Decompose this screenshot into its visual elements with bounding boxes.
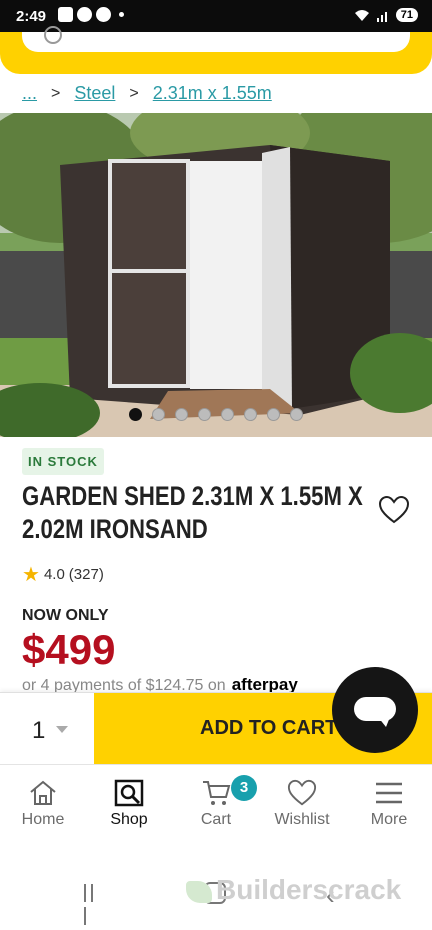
now-only-label: NOW ONLY [22, 607, 109, 624]
wishlist-heart-icon[interactable] [378, 496, 410, 524]
watermark-leaf-icon [186, 880, 212, 903]
carousel-dot[interactable] [198, 408, 211, 421]
status-time: 2:49 [16, 8, 47, 25]
carousel-dot[interactable] [267, 408, 280, 421]
breadcrumb-ellipsis-link[interactable]: ... [22, 83, 37, 104]
breadcrumb: ... > Steel > 2.31m x 1.55m [22, 83, 272, 104]
rating-value: 4.0 [43, 566, 65, 583]
tab-cart-label: Cart [200, 811, 232, 828]
shop-search-icon [114, 779, 144, 807]
cart-icon [203, 781, 231, 805]
carousel-dot[interactable] [129, 408, 142, 421]
review-count: (327) [68, 566, 104, 583]
chat-icon [96, 7, 111, 22]
chat-bubble-tail [378, 717, 390, 727]
more-notifications-dot [119, 12, 124, 17]
battery-indicator: 71 [395, 8, 418, 22]
bottom-tab-bar: Home Shop Cart Wishlist More [0, 764, 432, 845]
rating-row[interactable]: ★ 4.0 (327) [22, 562, 104, 587]
watermark-text: Builderscrack [216, 874, 402, 905]
carousel-dot[interactable] [290, 408, 303, 421]
price: $499 [22, 626, 116, 673]
tab-more[interactable]: More [349, 779, 429, 829]
product-image [0, 113, 432, 437]
product-image-carousel[interactable] [0, 113, 432, 437]
carousel-dot[interactable] [152, 408, 165, 421]
carousel-dot[interactable] [175, 408, 188, 421]
signal-icon [376, 11, 387, 22]
search-input[interactable] [22, 26, 410, 52]
screenshot-icon [58, 7, 73, 22]
breadcrumb-size-link[interactable]: 2.31m x 1.55m [153, 83, 272, 104]
tab-more-label: More [370, 811, 408, 828]
menu-icon [376, 782, 402, 804]
chevron-right-icon: > [129, 84, 139, 102]
stock-badge: IN STOCK [22, 448, 104, 475]
carousel-dot[interactable] [221, 408, 234, 421]
cart-count-badge: 3 [231, 775, 257, 801]
tab-wishlist[interactable]: Wishlist [262, 779, 342, 829]
watermark-logo: Builderscrack [186, 874, 401, 906]
carousel-dots [0, 408, 432, 421]
search-icon [44, 26, 62, 44]
heart-icon [287, 779, 317, 806]
tab-home-label: Home [21, 811, 65, 828]
notification-icons [58, 7, 124, 22]
wifi-icon [354, 9, 369, 21]
star-icon: ★ [22, 564, 40, 586]
chat-button[interactable] [332, 667, 418, 753]
chevron-down-icon [56, 726, 68, 733]
product-title: GARDEN SHED 2.31M X 1.55M X 2.02M IRONSA… [22, 481, 363, 544]
home-icon [30, 780, 56, 805]
messenger-icon [77, 7, 92, 22]
system-icons: 71 [354, 8, 418, 22]
status-bar: 2:49 71 [0, 0, 432, 32]
quantity-value: 1 [32, 717, 46, 744]
tab-shop[interactable]: Shop [89, 779, 169, 829]
tab-shop-label: Shop [110, 811, 148, 828]
tab-wishlist-label: Wishlist [274, 811, 330, 828]
add-to-cart-label: ADD TO CART [200, 717, 338, 739]
recents-button[interactable] [84, 884, 104, 925]
tab-home[interactable]: Home [3, 779, 83, 829]
chevron-right-icon: > [51, 84, 61, 102]
breadcrumb-steel-link[interactable]: Steel [74, 83, 115, 104]
carousel-dot[interactable] [244, 408, 257, 421]
